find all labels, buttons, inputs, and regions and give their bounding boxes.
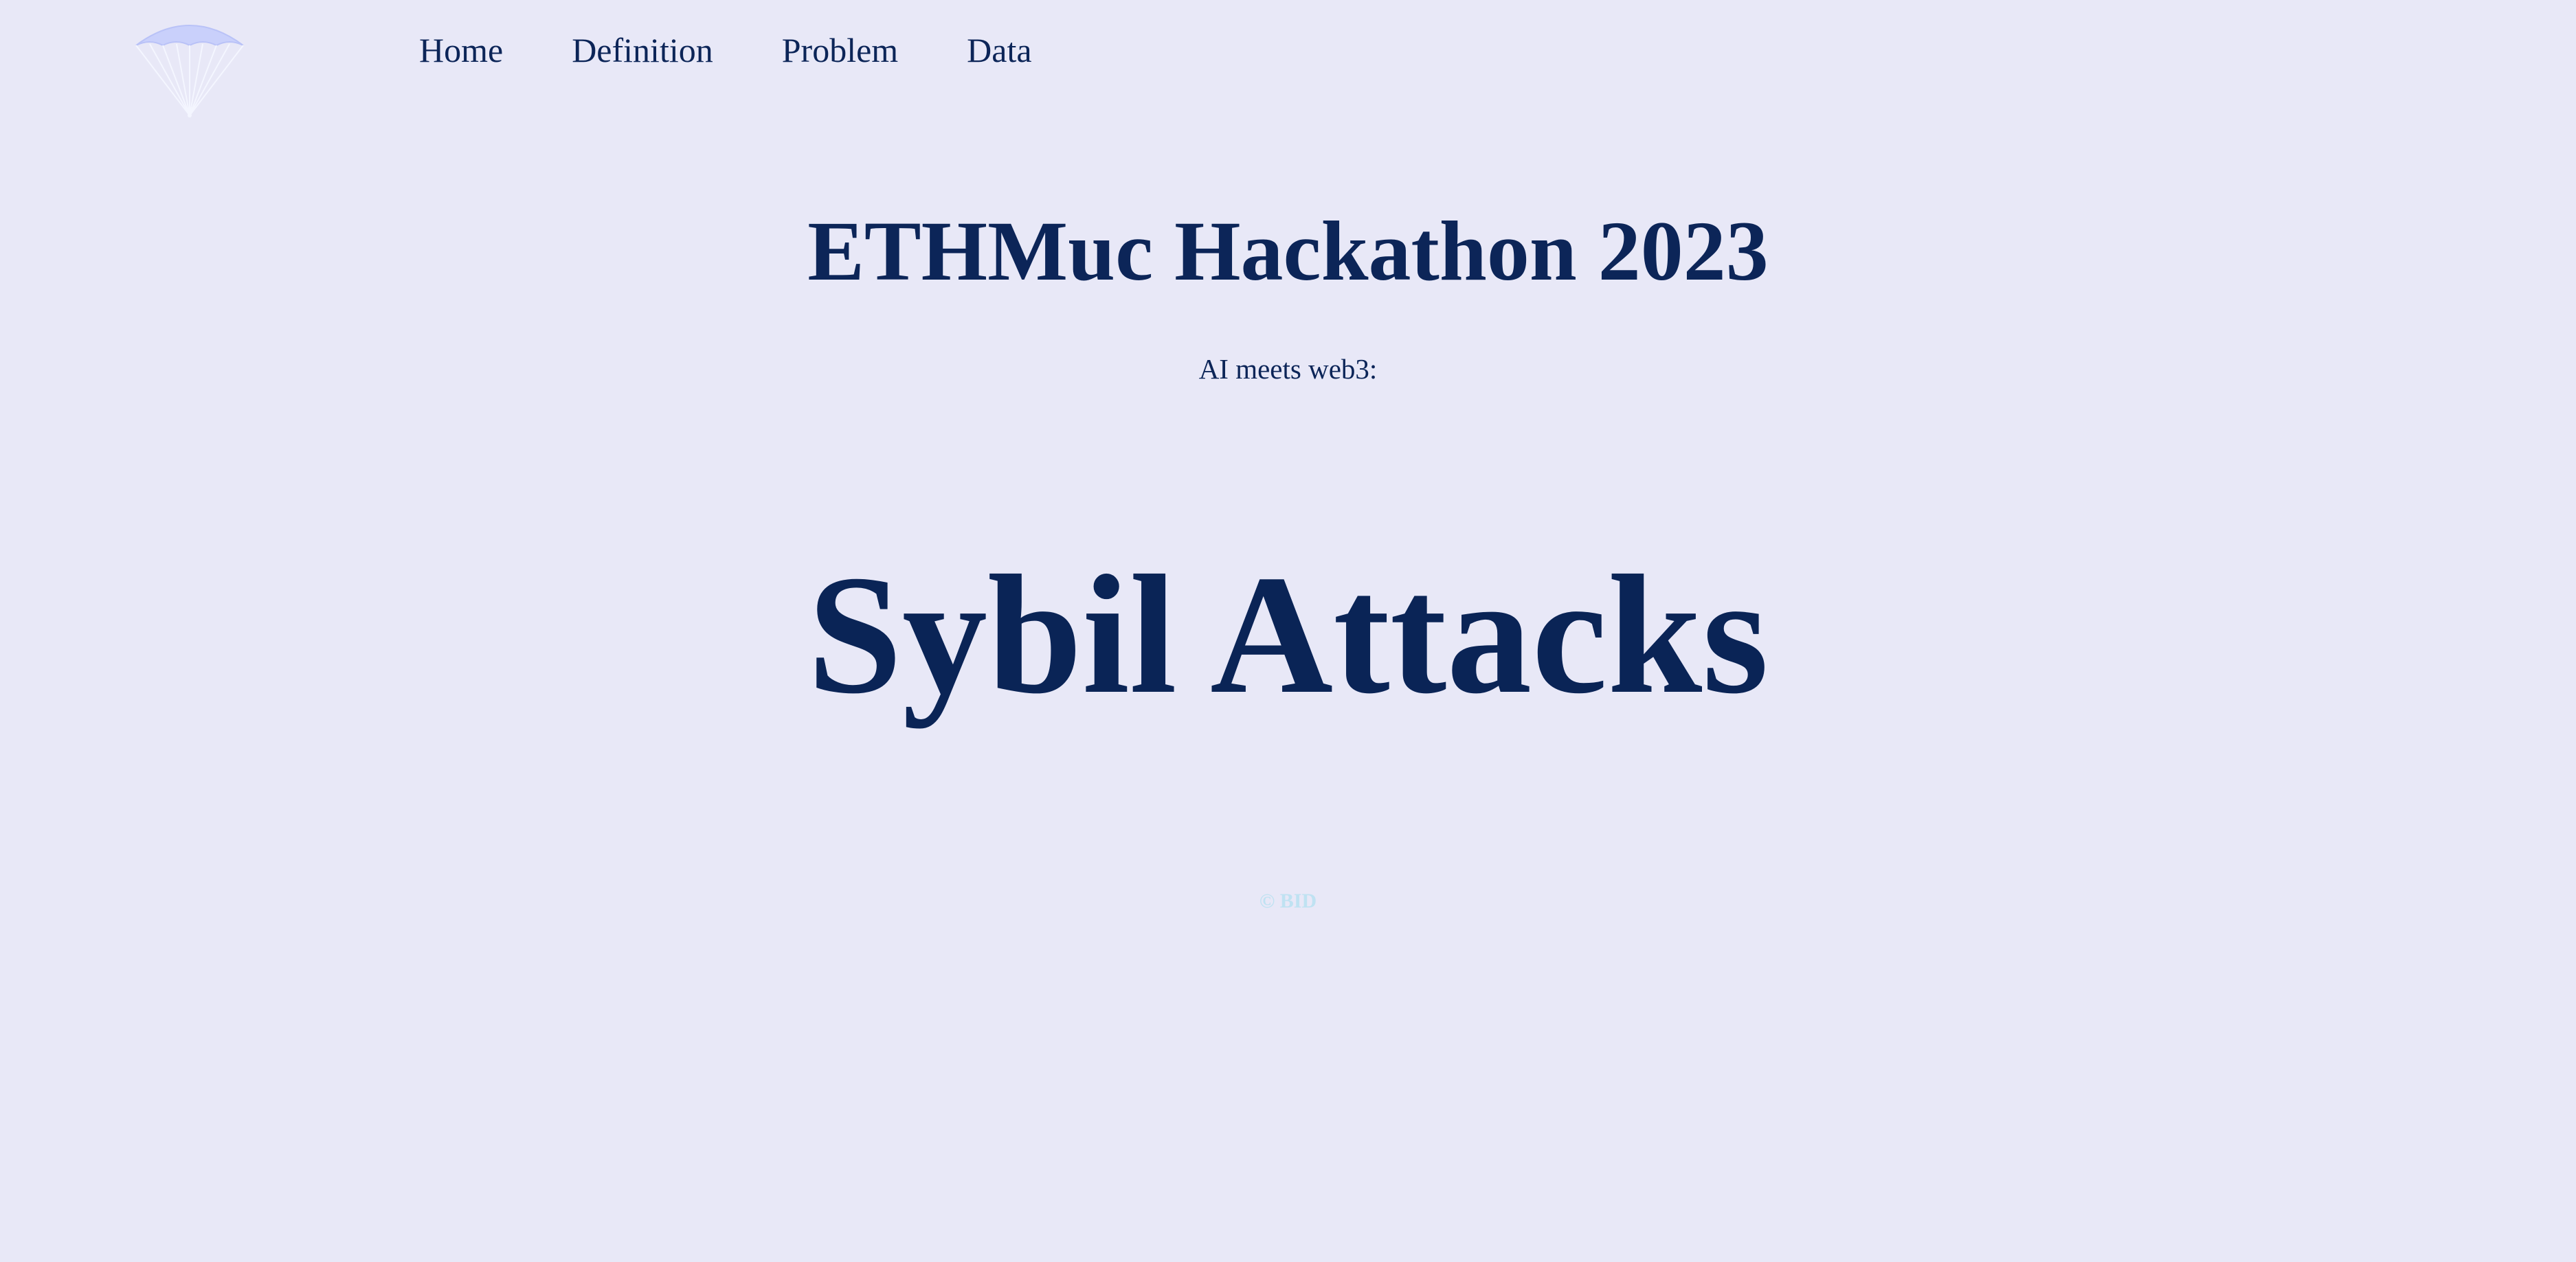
page-subtitle: AI meets web3: (1198, 353, 1378, 385)
parachute-logo-icon[interactable] (133, 18, 246, 120)
nav-home-link[interactable]: Home (419, 33, 503, 67)
nav-problem-link[interactable]: Problem (782, 33, 898, 67)
nav-definition-link[interactable]: Definition (572, 33, 713, 67)
copyright-text: © BID (1259, 890, 1317, 912)
nav-data-link[interactable]: Data (967, 33, 1031, 67)
main-nav: Home Definition Problem Data (419, 33, 1032, 67)
hero-headline: Sybil Attacks (807, 540, 1769, 729)
page-title: ETHMuc Hackathon 2023 (807, 204, 1769, 298)
